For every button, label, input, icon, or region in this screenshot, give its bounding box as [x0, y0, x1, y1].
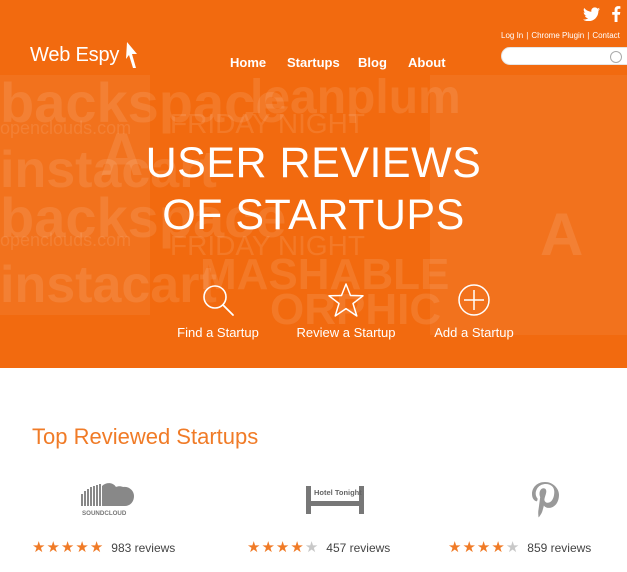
star-empty-icon: ★	[505, 539, 520, 556]
contact-link[interactable]: Contact	[592, 31, 620, 40]
star-rating: ★ ★ ★ ★ ★	[32, 540, 103, 556]
review-startup-action[interactable]: Review a Startup	[297, 282, 396, 340]
social-links	[583, 6, 621, 22]
chrome-plugin-link[interactable]: Chrome Plugin	[531, 31, 584, 40]
star-filled-icon: ★	[462, 539, 476, 556]
soundcloud-logo[interactable]: SOUNDCLOUD	[80, 480, 138, 523]
review-count[interactable]: 457 reviews	[326, 541, 390, 555]
star-filled-icon: ★	[75, 539, 89, 556]
star-outline-icon	[328, 283, 364, 317]
hotel-tonight-logo[interactable]: Hotel Tonight	[306, 484, 364, 521]
find-startup-action[interactable]: Find a Startup	[177, 282, 259, 340]
review-count[interactable]: 859 reviews	[527, 541, 591, 555]
add-startup-action[interactable]: Add a Startup	[434, 282, 514, 340]
search-icon	[610, 51, 622, 63]
section-title: Top Reviewed Startups	[32, 424, 259, 449]
hotel-tonight-wordmark: Hotel Tonight	[314, 488, 362, 497]
star-filled-icon: ★	[247, 539, 261, 556]
star-filled-icon: ★	[261, 539, 275, 556]
rating-hotel-tonight: ★ ★ ★ ★ ★ 457 reviews	[247, 540, 390, 556]
soundcloud-icon: SOUNDCLOUD	[81, 483, 134, 517]
background-logo-text: FRIDAY NIGHT	[170, 108, 365, 139]
pinterest-icon	[532, 482, 559, 518]
star-rating: ★ ★ ★ ★ ★	[247, 540, 318, 556]
add-startup-label: Add a Startup	[434, 325, 514, 340]
pinterest-logo[interactable]	[528, 480, 562, 525]
soundcloud-wordmark: SOUNDCLOUD	[82, 510, 127, 517]
star-rating: ★ ★ ★ ★ ★	[448, 540, 519, 556]
star-filled-icon: ★	[491, 539, 505, 556]
hero-title-line-2: OF STARTUPS	[162, 191, 465, 239]
star-filled-icon: ★	[60, 539, 75, 556]
plus-circle-icon	[458, 284, 490, 316]
find-startup-label: Find a Startup	[177, 325, 259, 340]
rating-pinterest: ★ ★ ★ ★ ★ 859 reviews	[448, 540, 591, 556]
star-empty-icon: ★	[304, 539, 319, 556]
review-startup-label: Review a Startup	[296, 325, 396, 340]
star-filled-icon: ★	[290, 539, 304, 556]
star-filled-icon: ★	[275, 539, 290, 556]
nav-about-link[interactable]: About	[408, 55, 446, 70]
facebook-icon[interactable]	[611, 6, 621, 22]
background-logo-text: MASHABLE	[200, 250, 450, 299]
hero-title-line-1: USER REVIEWS	[145, 139, 482, 187]
bed-icon: Hotel Tonight	[306, 486, 364, 514]
nav-blog-link[interactable]: Blog	[358, 55, 387, 70]
magnifier-icon	[203, 285, 234, 316]
star-filled-icon: ★	[448, 539, 462, 556]
star-filled-icon: ★	[32, 539, 46, 556]
star-filled-icon: ★	[46, 539, 60, 556]
review-count[interactable]: 983 reviews	[111, 541, 175, 555]
star-filled-icon: ★	[476, 539, 491, 556]
nav-startups-link[interactable]: Startups	[287, 55, 340, 70]
login-link[interactable]: Log In	[501, 31, 523, 40]
twitter-icon[interactable]	[583, 7, 601, 21]
cursor-arrow-icon	[126, 42, 138, 68]
search-input[interactable]	[501, 47, 627, 65]
star-filled-icon: ★	[89, 539, 104, 556]
rating-soundcloud: ★ ★ ★ ★ ★ 983 reviews	[32, 540, 175, 556]
top-links: Log In | Chrome Plugin | Contact	[501, 31, 620, 40]
nav-home-link[interactable]: Home	[230, 55, 266, 70]
brand-logo[interactable]: Web Espy	[30, 40, 139, 70]
brand-name: Web Espy	[30, 43, 120, 66]
